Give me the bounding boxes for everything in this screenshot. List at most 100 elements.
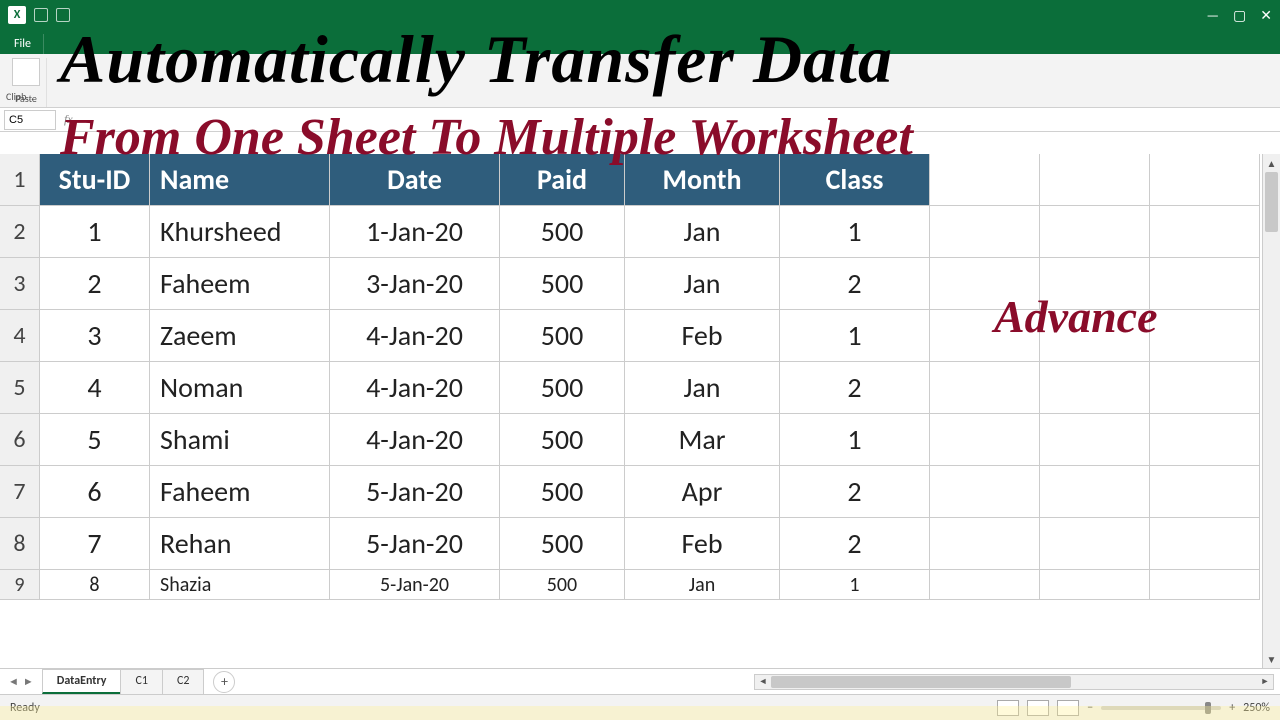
cell[interactable]: 500	[500, 414, 625, 466]
cell[interactable]: Khursheed	[150, 206, 330, 258]
vertical-scrollbar[interactable]: ▲ ▼	[1262, 154, 1280, 668]
cell[interactable]	[1040, 466, 1150, 518]
cell[interactable]: 5-Jan-20	[330, 570, 500, 600]
sheet-tab[interactable]: C2	[162, 669, 204, 694]
cell[interactable]: 2	[780, 258, 930, 310]
cell[interactable]: 6	[40, 466, 150, 518]
scroll-left-icon[interactable]: ◄	[755, 675, 771, 689]
cell[interactable]	[1150, 258, 1260, 310]
cell[interactable]	[1150, 206, 1260, 258]
cell[interactable]: Apr	[625, 466, 780, 518]
column-header[interactable]: Paid	[500, 154, 625, 206]
cell[interactable]: Shami	[150, 414, 330, 466]
cell[interactable]: 500	[500, 466, 625, 518]
sheet-tab[interactable]: DataEntry	[42, 669, 122, 694]
cell[interactable]: 5-Jan-20	[330, 466, 500, 518]
view-normal-icon[interactable]	[997, 700, 1019, 716]
cell[interactable]: 7	[40, 518, 150, 570]
cell[interactable]	[930, 414, 1040, 466]
cell[interactable]: 2	[780, 466, 930, 518]
cell[interactable]: 4	[40, 362, 150, 414]
qat-save-icon[interactable]	[34, 8, 48, 22]
sheet-nav[interactable]: ◄ ►	[0, 675, 42, 688]
cell[interactable]	[1040, 154, 1150, 206]
cell[interactable]: 3	[40, 310, 150, 362]
cell[interactable]: 500	[500, 362, 625, 414]
cell[interactable]: 500	[500, 258, 625, 310]
cell[interactable]: Jan	[625, 206, 780, 258]
cell[interactable]	[1040, 310, 1150, 362]
cell[interactable]: 2	[780, 362, 930, 414]
scroll-down-icon[interactable]: ▼	[1263, 650, 1280, 668]
cell[interactable]	[930, 258, 1040, 310]
cell[interactable]: 5-Jan-20	[330, 518, 500, 570]
cell[interactable]	[1040, 414, 1150, 466]
cell[interactable]: Rehan	[150, 518, 330, 570]
zoom-level[interactable]: 250%	[1243, 701, 1270, 715]
cell[interactable]: Faheem	[150, 258, 330, 310]
row-header[interactable]: 5	[0, 362, 40, 414]
cell[interactable]: 2	[780, 518, 930, 570]
view-pagebreak-icon[interactable]	[1057, 700, 1079, 716]
cell[interactable]	[1150, 466, 1260, 518]
cell[interactable]: 500	[500, 570, 625, 600]
view-pagelayout-icon[interactable]	[1027, 700, 1049, 716]
cell[interactable]: 5	[40, 414, 150, 466]
cell[interactable]: Zaeem	[150, 310, 330, 362]
cell[interactable]: 1	[780, 310, 930, 362]
hscroll-thumb[interactable]	[771, 676, 1071, 688]
zoom-in-button[interactable]: +	[1229, 701, 1235, 715]
cell[interactable]	[1150, 310, 1260, 362]
sheet-nav-next-icon[interactable]: ►	[23, 675, 34, 688]
row-header[interactable]: 8	[0, 518, 40, 570]
cell[interactable]	[1150, 362, 1260, 414]
qat-undo-icon[interactable]	[56, 8, 70, 22]
cell[interactable]: 4-Jan-20	[330, 362, 500, 414]
window-close-icon[interactable]: ✕	[1260, 7, 1272, 24]
cell[interactable]	[1150, 414, 1260, 466]
sheet-tab[interactable]: C1	[120, 669, 162, 694]
row-header[interactable]: 3	[0, 258, 40, 310]
scroll-up-icon[interactable]: ▲	[1263, 154, 1280, 172]
cell[interactable]: Feb	[625, 518, 780, 570]
vscroll-thumb[interactable]	[1265, 172, 1278, 232]
cell[interactable]: 1	[40, 206, 150, 258]
cell[interactable]	[930, 206, 1040, 258]
cell[interactable]: 2	[40, 258, 150, 310]
cell[interactable]: Noman	[150, 362, 330, 414]
cell[interactable]: Shazia	[150, 570, 330, 600]
cell[interactable]	[1150, 518, 1260, 570]
cell[interactable]	[1040, 258, 1150, 310]
row-header[interactable]: 7	[0, 466, 40, 518]
cell[interactable]	[1150, 154, 1260, 206]
paste-button[interactable]	[12, 58, 40, 86]
cell[interactable]	[1040, 362, 1150, 414]
zoom-slider[interactable]	[1101, 706, 1221, 710]
row-header[interactable]: 6	[0, 414, 40, 466]
zoom-out-button[interactable]: −	[1087, 701, 1093, 715]
scroll-right-icon[interactable]: ►	[1257, 675, 1273, 689]
cell[interactable]: Mar	[625, 414, 780, 466]
cell[interactable]: Faheem	[150, 466, 330, 518]
column-header[interactable]: Stu-ID	[40, 154, 150, 206]
cell[interactable]	[930, 466, 1040, 518]
cell[interactable]: 8	[40, 570, 150, 600]
cell[interactable]	[930, 518, 1040, 570]
cell[interactable]: Jan	[625, 258, 780, 310]
cell[interactable]: 1	[780, 570, 930, 600]
cell[interactable]	[1040, 518, 1150, 570]
cell[interactable]: Jan	[625, 362, 780, 414]
window-minimize-icon[interactable]: —	[1206, 7, 1219, 24]
cell[interactable]: 4-Jan-20	[330, 310, 500, 362]
horizontal-scrollbar[interactable]: ◄ ►	[754, 674, 1274, 690]
cell[interactable]	[930, 154, 1040, 206]
column-header[interactable]: Month	[625, 154, 780, 206]
window-maximize-icon[interactable]: ▢	[1233, 7, 1246, 24]
row-header[interactable]: 9	[0, 570, 40, 600]
row-header[interactable]: 2	[0, 206, 40, 258]
cell[interactable]	[930, 362, 1040, 414]
column-header[interactable]: Class	[780, 154, 930, 206]
cell[interactable]: 500	[500, 518, 625, 570]
file-tab[interactable]: File	[2, 34, 44, 54]
sheet-nav-prev-icon[interactable]: ◄	[8, 675, 19, 688]
